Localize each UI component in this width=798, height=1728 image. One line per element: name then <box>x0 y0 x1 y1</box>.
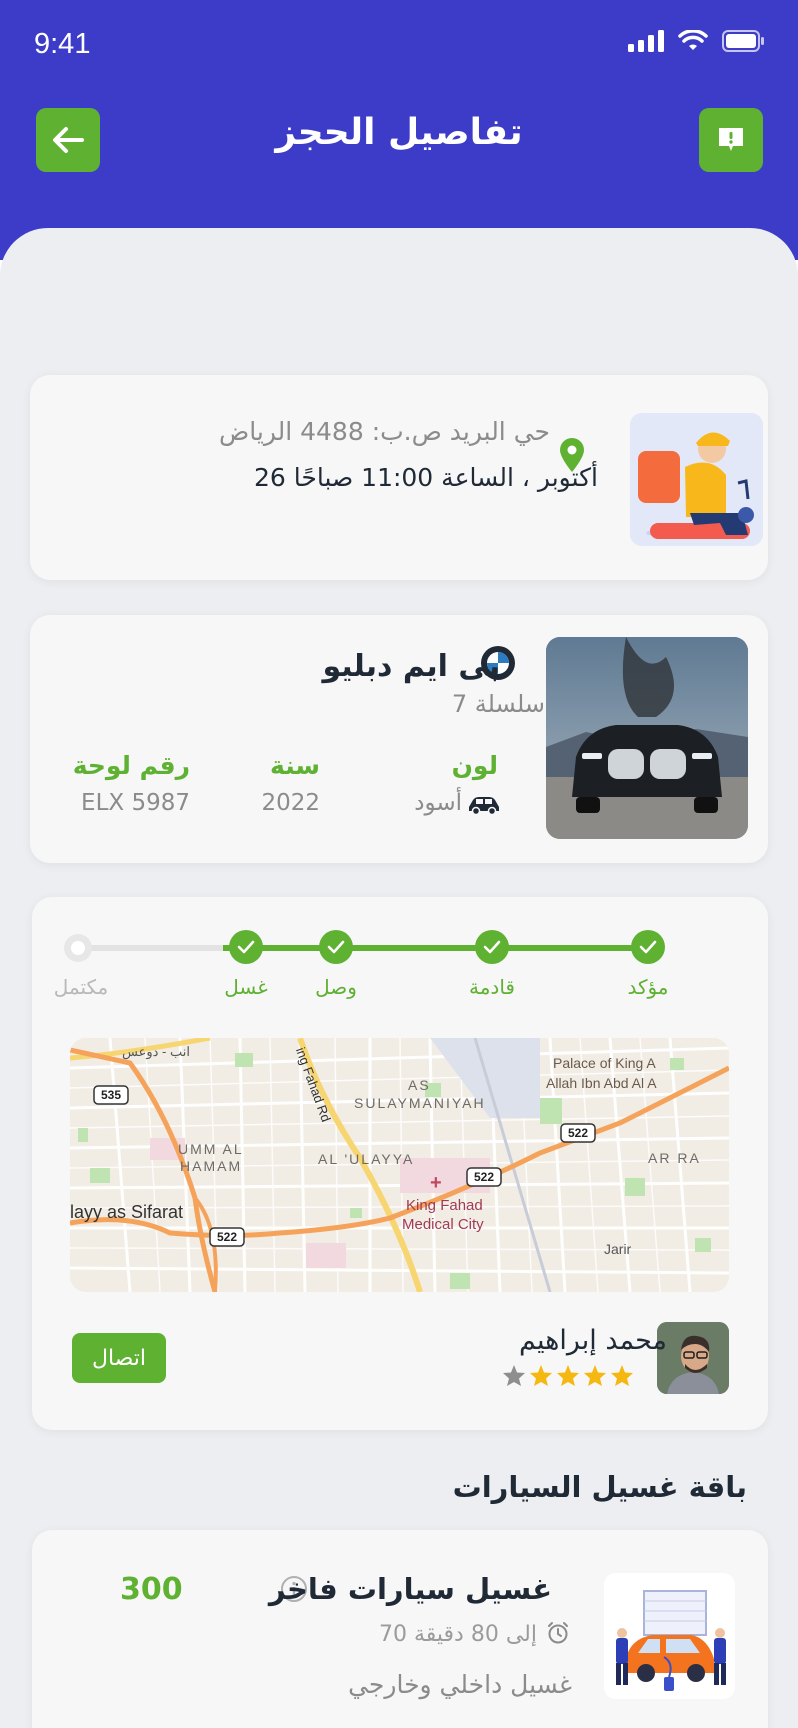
check-icon <box>639 940 657 954</box>
package-name: غسيل سيارات فاخر <box>268 1572 552 1606</box>
svg-text:Jarir: Jarir <box>604 1241 632 1257</box>
year-value: 2022 <box>261 790 320 816</box>
driver-rating <box>502 1364 634 1387</box>
map-label-palace: Palace of King A <box>553 1055 656 1071</box>
svg-text:522: 522 <box>474 1170 494 1184</box>
year-label: سنة <box>270 751 320 780</box>
wifi-icon <box>678 30 708 50</box>
color-value: أسود <box>414 790 462 816</box>
color-label: لون <box>451 751 498 780</box>
star-filled-icon <box>557 1365 579 1386</box>
car-wash-illustration <box>604 1573 735 1699</box>
step-label-on-the-way: قادمة <box>469 975 515 999</box>
svg-text:Medical City: Medical City <box>402 1216 484 1233</box>
step-label-washing: غسل <box>224 975 268 999</box>
location-card: حي البريد ص.ب: 4488 الرياض 26 أكتوبر ، ا… <box>30 375 768 580</box>
car-card: بى ايم دبليو 7 سلسلة لون أسود سنة 2022 ر… <box>30 615 768 863</box>
svg-text:+: + <box>430 1172 442 1194</box>
step-dot-washing <box>229 930 263 964</box>
plate-label: رقم لوحة <box>72 751 190 780</box>
svg-text:AR RA: AR RA <box>648 1150 701 1166</box>
svg-text:Palace of King A: Palace of King A <box>553 1055 656 1071</box>
check-icon <box>237 940 255 954</box>
svg-text:535: 535 <box>101 1088 121 1102</box>
plate-value: ELX 5987 <box>81 790 190 816</box>
star-empty-icon <box>503 1365 525 1386</box>
package-card[interactable]: غسيل سيارات فاخر 300 70 إلى 80 دقيقة غسي… <box>32 1530 768 1728</box>
delivery-illustration <box>630 413 763 546</box>
package-duration: 70 إلى 80 دقيقة <box>378 1622 537 1647</box>
page-title: تفاصيل الحجز <box>275 112 523 153</box>
step-dot-arrived <box>319 930 353 964</box>
booking-datetime: 26 أكتوبر ، الساعة 11:00 صباحًا <box>253 463 598 492</box>
car-brand: بى ايم دبليو <box>322 649 500 684</box>
star-filled-icon <box>584 1365 606 1386</box>
package-description: غسيل داخلي وخارجي <box>348 1670 572 1699</box>
svg-text:UMM AL: UMM AL <box>178 1141 244 1157</box>
svg-text:layy as Sifarat: layy as Sifarat <box>70 1202 183 1222</box>
car-icon <box>469 797 499 815</box>
svg-text:انب - دوعس: انب - دوعس <box>122 1044 190 1060</box>
screen: 9:41 تفاصيل الحجز حي البريد ص.ب: 4488 ال… <box>0 0 798 1728</box>
tracking-map[interactable]: Palace of King A Allah Ibn Abd Al A AS S… <box>70 1038 729 1292</box>
chat-alert-icon <box>719 128 743 151</box>
step-dot-on-the-way <box>475 930 509 964</box>
car-series: 7 سلسلة <box>451 690 545 718</box>
status-icons <box>628 30 764 52</box>
address-text: حي البريد ص.ب: 4488 الرياض <box>219 417 550 446</box>
svg-text:Allah Ibn Abd Al A: Allah Ibn Abd Al A <box>546 1075 657 1091</box>
star-filled-icon <box>611 1365 633 1386</box>
call-button[interactable]: اتصال <box>72 1333 166 1383</box>
car-photo <box>546 637 748 839</box>
svg-text:AL 'ULAYYA: AL 'ULAYYA <box>318 1151 414 1167</box>
status-time: 9:41 <box>34 28 91 60</box>
step-label-completed: مكتمل <box>53 975 109 999</box>
step-dot-completed <box>64 934 92 962</box>
support-button[interactable] <box>699 108 763 172</box>
driver-name: محمد إبراهيم <box>518 1325 667 1356</box>
section-title: باقة غسيل السيارات <box>452 1470 747 1504</box>
svg-text:522: 522 <box>568 1126 588 1140</box>
progress-track-done <box>223 945 648 951</box>
tracking-card: مؤكد قادمة وصل غسل مكتمل Palace of King … <box>32 897 768 1430</box>
svg-text:HAMAM: HAMAM <box>180 1158 242 1174</box>
driver-avatar <box>657 1322 729 1394</box>
step-dot-confirmed <box>631 930 665 964</box>
svg-text:SULAYMANIYAH: SULAYMANIYAH <box>354 1095 486 1111</box>
svg-text:522: 522 <box>217 1230 237 1244</box>
check-icon <box>327 940 345 954</box>
step-label-confirmed: مؤكد <box>627 975 669 999</box>
battery-icon <box>722 30 764 52</box>
svg-text:AS: AS <box>408 1077 431 1093</box>
package-price: 300 <box>120 1572 183 1607</box>
check-icon <box>483 940 501 954</box>
svg-text:King Fahad: King Fahad <box>406 1197 483 1214</box>
star-filled-icon <box>530 1365 552 1386</box>
progress-track-pending <box>78 945 223 951</box>
signal-icon <box>628 30 664 52</box>
alarm-clock-icon <box>548 1622 568 1644</box>
